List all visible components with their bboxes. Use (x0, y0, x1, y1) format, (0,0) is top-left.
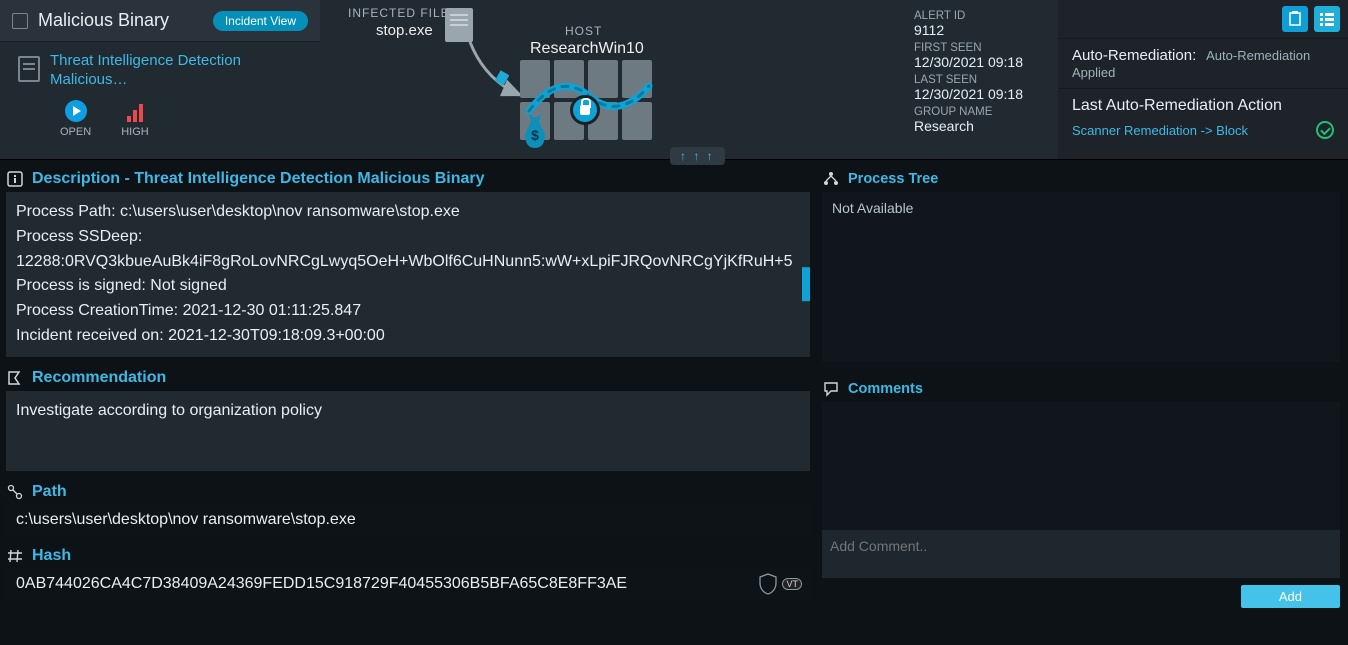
threat-link[interactable]: Threat Intelligence Detection Malicious… (50, 52, 308, 90)
status-open[interactable]: OPEN (60, 100, 91, 138)
status-severity[interactable]: HIGH (121, 100, 149, 138)
clipboard-button[interactable] (1282, 6, 1308, 32)
select-checkbox[interactable] (12, 13, 28, 29)
comment-icon (822, 380, 840, 398)
recommendation-heading-row: Recommendation (6, 365, 810, 391)
description-heading-row: Description - Threat Intelligence Detect… (6, 166, 810, 192)
incident-title: Malicious Binary (38, 10, 203, 31)
path-icon (6, 483, 24, 501)
hash-value: 0AB744026CA4C7D38409A24369FEDD15C918729F… (16, 575, 627, 592)
success-check-icon (1316, 121, 1334, 139)
document-icon (18, 56, 40, 82)
desc-creation: Process CreationTime: 2021-12-30 01:11:2… (16, 299, 800, 324)
desc-ssdeep: 12288:0RVQ3kbueAuBk4iF8gRoLovNRCgLwyq5Oe… (16, 250, 800, 275)
hash-section: Hash 0AB744026CA4C7D38409A24369FEDD15C91… (6, 543, 810, 599)
header-center-visual: INFECTED FILE stop.exe HOST ResearchWin1… (320, 0, 908, 159)
desc-received: Incident received on: 2021-12-30T09:18:0… (16, 324, 800, 349)
action-icons (1058, 0, 1348, 38)
file-icon (445, 8, 473, 42)
group-name: Research (914, 118, 1052, 134)
path-section: Path c:\users\user\desktop\nov ransomwar… (6, 479, 810, 535)
description-body: Process Path: c:\users\user\desktop\nov … (6, 192, 810, 357)
host-label: HOST (565, 24, 602, 38)
first-seen: 12/30/2021 09:18 (914, 54, 1052, 70)
desc-ssdeep-label: Process SSDeep: (16, 225, 800, 250)
recommendation-section: Recommendation Investigate according to … (6, 365, 810, 471)
hash-value-row: 0AB744026CA4C7D38409A24369FEDD15C918729F… (6, 569, 810, 599)
process-tree-body: Not Available (822, 192, 1340, 362)
ar-title: Auto-Remediation: (1072, 47, 1196, 64)
status-row: OPEN HIGH (0, 94, 320, 138)
infected-file-name: stop.exe (376, 22, 433, 39)
list-button[interactable] (1314, 6, 1340, 32)
path-value: c:\users\user\desktop\nov ransomware\sto… (6, 505, 810, 535)
hash-heading: Hash (32, 547, 71, 565)
infected-file-label: INFECTED FILE (348, 6, 450, 20)
recommendation-icon (6, 369, 24, 387)
virustotal-badge[interactable]: VT (758, 573, 802, 595)
last-auto-remediation: Last Auto-Remediation Action Scanner Rem… (1058, 88, 1348, 147)
add-comment-button[interactable]: Add (1241, 585, 1340, 608)
recommendation-body: Investigate according to organization po… (6, 391, 810, 471)
comment-input[interactable] (822, 530, 1340, 578)
side-column: Process Tree Not Available Comments Add (818, 160, 1348, 645)
tree-icon (822, 170, 840, 188)
process-tree-heading-row: Process Tree (822, 166, 1340, 192)
lock-icon (570, 95, 600, 125)
remediation-panel: Auto-Remediation: Auto-Remediation Appli… (1058, 0, 1348, 159)
desc-path: Process Path: c:\users\user\desktop\nov … (16, 200, 800, 225)
comments-heading: Comments (848, 381, 923, 397)
info-icon (6, 170, 24, 188)
first-seen-label: FIRST SEEN (914, 42, 1052, 54)
last-seen-label: LAST SEEN (914, 74, 1052, 86)
alert-id: 9112 (914, 22, 1052, 38)
status-open-label: OPEN (60, 126, 91, 138)
last-seen: 12/30/2021 09:18 (914, 86, 1052, 102)
vt-label: VT (782, 578, 802, 590)
details-column: Description - Threat Intelligence Detect… (0, 160, 818, 645)
host-name: ResearchWin10 (530, 40, 644, 58)
severity-bars-icon (124, 100, 146, 122)
comments-body (822, 402, 1340, 530)
play-icon (65, 100, 87, 122)
process-tree-section: Process Tree Not Available (822, 166, 1340, 362)
alert-id-label: ALERT ID (914, 10, 1052, 22)
path-heading-row: Path (6, 479, 810, 505)
incident-view-pill[interactable]: Incident View (213, 11, 308, 31)
ar-last-label: Last Auto-Remediation Action (1072, 97, 1334, 115)
description-heading: Description - Threat Intelligence Detect… (32, 170, 485, 188)
incident-header: Malicious Binary Incident View Threat In… (0, 0, 1348, 160)
comments-heading-row: Comments (822, 376, 1340, 402)
alert-meta: ALERT ID 9112 FIRST SEEN 12/30/2021 09:1… (908, 0, 1058, 159)
shield-icon (758, 573, 778, 595)
path-heading: Path (32, 483, 67, 501)
scroll-indicator[interactable] (802, 268, 810, 302)
expand-arrows[interactable]: ↑ ↑ ↑ (670, 147, 725, 165)
group-label: GROUP NAME (914, 106, 1052, 118)
auto-remediation-status: Auto-Remediation: Auto-Remediation Appli… (1058, 38, 1348, 88)
title-row: Malicious Binary Incident View (0, 0, 320, 42)
process-tree-heading: Process Tree (848, 171, 938, 187)
ar-action-link[interactable]: Scanner Remediation -> Block (1072, 123, 1248, 138)
svg-text:$: $ (531, 127, 539, 143)
hash-heading-row: Hash (6, 543, 810, 569)
header-left: Malicious Binary Incident View Threat In… (0, 0, 320, 159)
subtitle-row: Threat Intelligence Detection Malicious… (0, 42, 320, 94)
severity-label: HIGH (121, 126, 149, 138)
description-section: Description - Threat Intelligence Detect… (6, 166, 810, 357)
recommendation-heading: Recommendation (32, 369, 166, 387)
hash-icon (6, 547, 24, 565)
desc-signed: Process is signed: Not signed (16, 274, 800, 299)
comments-section: Comments Add (822, 376, 1340, 608)
main-body: Description - Threat Intelligence Detect… (0, 160, 1348, 645)
